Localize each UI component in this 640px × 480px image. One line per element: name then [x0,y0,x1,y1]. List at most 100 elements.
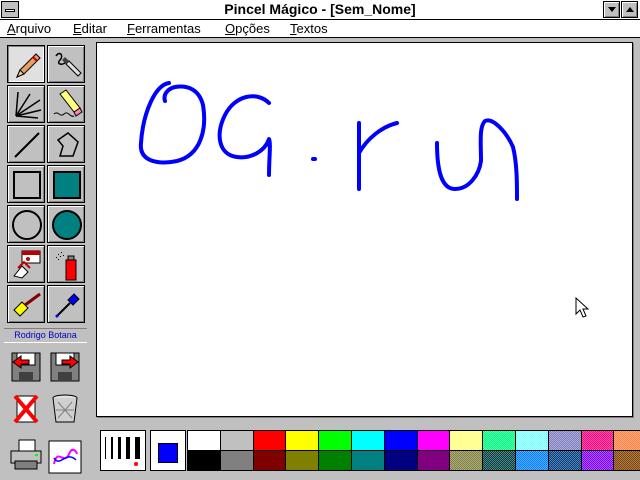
color-swatch[interactable] [252,430,287,451]
spray-tool[interactable] [47,245,85,283]
color-swatch[interactable] [449,450,484,471]
menu-label: ditar [81,21,107,36]
polygon-icon [56,132,79,157]
clear-button[interactable] [9,392,43,426]
rays-icon [15,91,42,119]
color-swatch[interactable] [187,430,221,451]
author-credit: Rodrigo Botana [4,328,87,343]
color-swatch[interactable] [383,450,418,471]
ellipse-icon [12,210,42,240]
filled-ellipse-icon [52,210,82,240]
open-file-button[interactable] [9,350,43,384]
color-swatch[interactable] [219,430,254,451]
red-x-icon [13,394,39,424]
line-tool[interactable] [7,125,45,163]
color-swatch[interactable] [613,450,640,471]
color-swatch[interactable] [482,430,516,451]
floppy-open-icon [11,352,41,382]
minimize-button[interactable] [603,1,620,18]
menu-mnemonic: E [73,21,82,36]
menu-mnemonic: O [225,21,236,36]
color-swatch[interactable] [482,450,516,471]
eraser-tool[interactable] [47,85,85,123]
line-width-selector[interactable] [100,430,146,471]
menu-opcoes[interactable]: Opções [225,20,270,37]
menu-bar: Arquivo Editar Ferramentas Opções Textos [0,20,640,38]
filled-ellipse-tool[interactable] [47,205,85,243]
canvas-drawing [138,81,519,201]
color-swatch[interactable] [547,450,582,471]
color-swatch[interactable] [580,430,615,451]
triangle-down-icon [608,7,616,12]
paint-brush-icon [13,292,41,317]
stamp-icon [13,250,41,279]
color-swatch[interactable] [318,450,352,471]
triangle-up-icon [626,7,634,12]
line-icon [14,132,40,158]
color-swatch[interactable] [547,430,582,451]
pencil-tool[interactable] [7,45,45,83]
eyedropper-icon [55,293,80,318]
color-swatch[interactable] [219,450,254,471]
current-color-indicator [150,430,186,471]
color-swatch[interactable] [187,450,221,471]
menu-editar[interactable]: Editar [73,20,107,37]
brush-tool[interactable] [47,45,85,83]
filled-rectangle-tool[interactable] [47,165,85,203]
trash-button[interactable] [48,392,82,426]
color-swatch[interactable] [613,430,640,451]
fill-tool[interactable] [7,285,45,323]
menu-ferramentas[interactable]: Ferramentas [127,20,201,37]
preview-button[interactable] [48,440,82,474]
tool-panel [4,42,87,328]
rectangle-icon [13,171,41,199]
pencil-icon [16,53,41,78]
menu-label: pções [235,21,270,36]
printer-icon [10,439,42,470]
color-swatch[interactable] [416,450,451,471]
window-title: Pincel Mágico - [Sem_Nome] [224,1,416,17]
eyedropper-tool[interactable] [47,285,85,323]
menu-textos[interactable]: Textos [290,20,328,37]
brush-icon [55,52,82,77]
polygon-tool[interactable] [47,125,85,163]
floppy-save-icon [50,352,80,382]
color-swatch[interactable] [580,450,615,471]
title-bar: Pincel Mágico - [Sem_Nome] [0,0,640,20]
current-color-swatch [158,443,178,463]
menu-label: erramentas [134,21,201,36]
line-width-icon [105,437,140,466]
menu-arquivo[interactable]: Arquivo [7,20,51,37]
save-file-button[interactable] [48,350,82,384]
color-swatch[interactable] [449,430,484,451]
color-swatch[interactable] [318,430,352,451]
menu-label: rquivo [15,21,52,36]
menu-mnemonic: F [127,21,135,36]
rectangle-tool[interactable] [7,165,45,203]
trash-can-icon [52,394,78,423]
color-swatch[interactable] [383,430,418,451]
preview-icon [48,440,82,474]
color-swatch[interactable] [416,430,451,451]
color-swatch[interactable] [515,430,549,451]
color-swatch[interactable] [285,450,320,471]
drawing-canvas[interactable] [96,42,633,417]
ellipse-tool[interactable] [7,205,45,243]
color-swatch[interactable] [515,450,549,471]
color-swatch[interactable] [285,430,320,451]
eraser-icon [53,89,83,117]
spray-can-icon [56,252,77,281]
mouse-cursor-icon [575,297,589,318]
color-swatch[interactable] [351,450,385,471]
color-swatch[interactable] [351,430,385,451]
palette-bar [96,426,640,476]
file-panel [4,344,87,476]
color-swatch[interactable] [252,450,287,471]
print-button[interactable] [9,437,43,471]
menu-label: extos [296,21,328,36]
menu-mnemonic: A [7,21,16,36]
stamp-tool[interactable] [7,245,45,283]
filled-rectangle-icon [53,171,81,199]
rays-tool[interactable] [7,85,45,123]
maximize-button[interactable] [621,1,638,18]
